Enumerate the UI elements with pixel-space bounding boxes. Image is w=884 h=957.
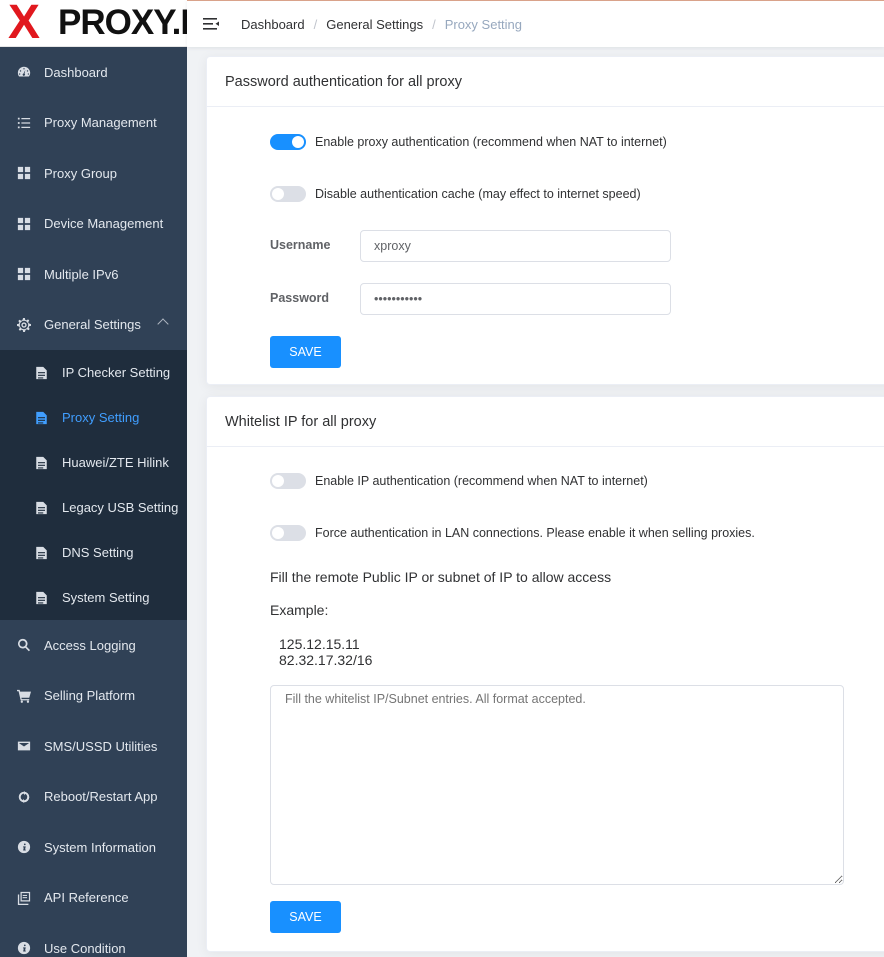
password-field[interactable]: •••••••••••: [360, 283, 671, 315]
submenu-item-legacy-usb[interactable]: Legacy USB Setting: [0, 485, 187, 530]
document-icon: [35, 456, 49, 470]
save-auth-button[interactable]: SAVE: [270, 336, 341, 368]
cart-icon: [17, 689, 31, 703]
submenu-item-label: System Setting: [62, 590, 150, 605]
list-icon: [17, 116, 31, 130]
submenu-item-label: IP Checker Setting: [62, 365, 171, 380]
copy-icon: [17, 891, 31, 905]
logo-text: PROXY.IO: [58, 3, 187, 42]
submenu-item-label: Legacy USB Setting: [62, 500, 179, 515]
card-title: Whitelist IP for all proxy: [207, 397, 884, 447]
general-settings-submenu: IP Checker Setting Proxy Setting Huawei/…: [0, 350, 187, 620]
sidebar-item-selling-platform[interactable]: Selling Platform: [0, 671, 187, 722]
document-icon: [35, 501, 49, 515]
grid-icon: [17, 166, 31, 180]
sidebar-item-proxy-group[interactable]: Proxy Group: [0, 148, 187, 199]
breadcrumb-proxy-setting: Proxy Setting: [444, 16, 523, 32]
whitelist-instruction: Fill the remote Public IP or subnet of I…: [270, 569, 612, 585]
breadcrumb-general-settings[interactable]: General Settings: [326, 17, 423, 32]
document-icon: [35, 366, 49, 380]
sidebar-item-label: Access Logging: [44, 637, 136, 653]
dashboard-icon: [17, 65, 31, 79]
info-icon: [17, 941, 31, 955]
sidebar-item-sms-ussd[interactable]: SMS/USSD Utilities: [0, 721, 187, 772]
document-icon: [35, 411, 49, 425]
example-subnet: 82.32.17.32/16: [279, 652, 373, 668]
sidebar-item-label: Multiple IPv6: [44, 266, 119, 282]
whitelist-ip-card: Whitelist IP for all proxy Enable IP aut…: [206, 396, 884, 952]
document-icon: [35, 591, 49, 605]
sidebar-item-reboot-restart[interactable]: Reboot/Restart App: [0, 772, 187, 823]
enable-auth-row: Enable proxy authentication (recommend w…: [270, 134, 667, 150]
force-lan-auth-toggle[interactable]: [270, 525, 306, 541]
sidebar-item-system-information[interactable]: System Information: [0, 822, 187, 873]
gear-icon: [17, 317, 31, 332]
submenu-item-huawei-zte[interactable]: Huawei/ZTE Hilink: [0, 440, 187, 485]
search-icon: [17, 638, 31, 652]
username-label: Username: [270, 238, 331, 252]
sidebar-item-access-logging[interactable]: Access Logging: [0, 620, 187, 671]
sidebar-item-label: Use Condition: [44, 940, 126, 956]
submenu-item-system-setting[interactable]: System Setting: [0, 575, 187, 620]
info-icon: [17, 840, 31, 854]
mail-icon: [17, 739, 31, 753]
whitelist-textarea[interactable]: [270, 685, 844, 885]
submenu-item-proxy-setting[interactable]: Proxy Setting: [0, 395, 187, 440]
sidebar-item-label: System Information: [44, 839, 156, 855]
breadcrumb-separator: /: [432, 16, 436, 32]
disable-cache-toggle[interactable]: [270, 186, 306, 202]
sidebar-item-dashboard[interactable]: Dashboard: [0, 47, 187, 98]
sidebar-item-label: API Reference: [44, 890, 129, 906]
enable-auth-toggle[interactable]: [270, 134, 306, 150]
enable-ip-auth-row: Enable IP authentication (recommend when…: [270, 473, 648, 489]
sidebar-item-general-settings[interactable]: General Settings: [0, 300, 187, 351]
sidebar-item-api-reference[interactable]: API Reference: [0, 873, 187, 924]
disable-cache-row: Disable authentication cache (may effect…: [270, 186, 641, 202]
sidebar-item-label: SMS/USSD Utilities: [44, 738, 158, 754]
sidebar-item-label: Proxy Group: [44, 165, 117, 181]
document-icon: [35, 546, 49, 560]
sidebar-item-device-management[interactable]: Device Management: [0, 199, 187, 250]
sidebar-item-proxy-management[interactable]: Proxy Management: [0, 98, 187, 149]
card-title: Password authentication for all proxy: [207, 57, 884, 107]
sidebar-item-label: Device Management: [44, 216, 164, 232]
force-lan-auth-label: Force authentication in LAN connections.…: [315, 526, 755, 540]
disable-cache-label: Disable authentication cache (may effect…: [315, 187, 641, 201]
grid-icon: [17, 217, 31, 231]
sidebar-item-label: Dashboard: [44, 64, 108, 80]
submenu-item-label: DNS Setting: [62, 545, 134, 560]
breadcrumb: Dashboard / General Settings / Proxy Set…: [241, 17, 522, 32]
chevron-up-icon: [157, 317, 169, 330]
password-auth-card: Password authentication for all proxy En…: [206, 56, 884, 385]
submenu-item-label: Huawei/ZTE Hilink: [62, 455, 169, 470]
sidebar-item-multiple-ipv6[interactable]: Multiple IPv6: [0, 249, 187, 300]
submenu-item-ip-checker[interactable]: IP Checker Setting: [0, 350, 187, 395]
submenu-item-label: Proxy Setting: [62, 410, 140, 425]
grid-icon: [17, 267, 31, 281]
sidebar-item-label: General Settings: [44, 317, 141, 333]
logo[interactable]: X PROXY.IO: [0, 0, 187, 47]
sidebar: X PROXY.IO Dashboard Proxy Management Pr…: [0, 0, 187, 957]
username-field[interactable]: xproxy: [360, 230, 671, 262]
save-whitelist-button[interactable]: SAVE: [270, 901, 341, 933]
breadcrumb-separator: /: [313, 16, 318, 32]
sidebar-item-label: Reboot/Restart App: [44, 789, 158, 805]
sidebar-toggle-icon[interactable]: [203, 17, 219, 31]
sidebar-item-use-condition[interactable]: Use Condition: [0, 923, 187, 957]
sidebar-item-label: Proxy Management: [44, 115, 157, 131]
restart-icon: [17, 790, 31, 804]
example-label: Example:: [270, 602, 329, 618]
enable-ip-auth-toggle[interactable]: [270, 473, 306, 489]
submenu-item-dns[interactable]: DNS Setting: [0, 530, 187, 575]
logo-x-mark: X: [8, 0, 40, 47]
password-label: Password: [270, 291, 330, 305]
enable-auth-label: Enable proxy authentication (recommend w…: [315, 135, 667, 149]
sidebar-item-label: Selling Platform: [44, 688, 136, 704]
breadcrumb-dashboard[interactable]: Dashboard: [241, 17, 305, 32]
top-navbar: Dashboard / General Settings / Proxy Set…: [187, 0, 884, 47]
example-ip: 125.12.15.11: [279, 636, 360, 652]
force-lan-auth-row: Force authentication in LAN connections.…: [270, 525, 755, 541]
enable-ip-auth-label: Enable IP authentication (recommend when…: [315, 474, 648, 488]
